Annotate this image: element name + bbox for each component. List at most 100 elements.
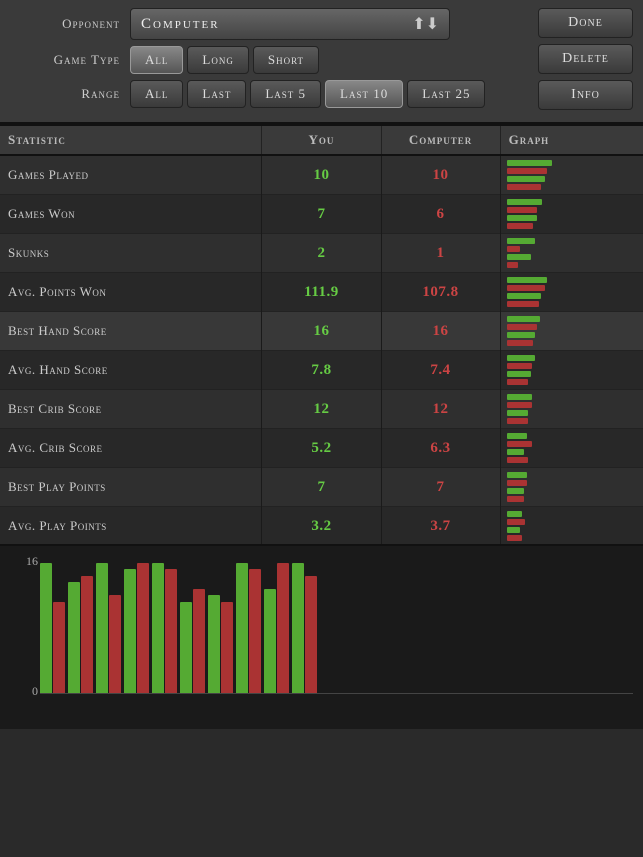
chart-bar-pair — [40, 563, 65, 693]
table-row: Best Play Points 7 7 — [0, 468, 643, 507]
game-type-buttons: All Long Short — [130, 46, 319, 74]
range-last10-button[interactable]: Last 10 — [325, 80, 403, 108]
chart-bar-pair — [96, 563, 121, 693]
col-graph: Graph — [500, 126, 643, 155]
chart-bar-green — [236, 563, 248, 693]
opponent-selector[interactable]: Computer ⬆⬇ — [130, 8, 450, 40]
chart-bar-green — [68, 582, 80, 693]
game-type-all-button[interactable]: All — [130, 46, 183, 74]
chart-bar-pair — [292, 563, 317, 693]
chart-bar-pair — [68, 576, 93, 693]
app-container: Opponent Computer ⬆⬇ Game Type All Long … — [0, 0, 643, 729]
you-value-cell: 10 — [262, 155, 381, 195]
game-type-long-button[interactable]: Long — [187, 46, 248, 74]
stats-table-wrapper: Statistic You Computer Graph Games Playe… — [0, 124, 643, 544]
chart-bar-red — [221, 602, 233, 693]
chart-y-axis: 16 0 — [8, 554, 38, 699]
game-type-short-button[interactable]: Short — [253, 46, 319, 74]
delete-button[interactable]: Delete — [538, 44, 633, 74]
graph-cell — [500, 273, 643, 312]
dropdown-arrow-icon: ⬆⬇ — [412, 14, 439, 34]
table-row: Avg. Hand Score 7.8 7.4 — [0, 351, 643, 390]
chart-bar-green — [96, 563, 108, 693]
you-value-cell: 2 — [262, 234, 381, 273]
table-row: Avg. Play Points 3.2 3.7 — [0, 507, 643, 545]
range-last-button[interactable]: Last — [187, 80, 246, 108]
chart-bar-green — [40, 563, 52, 693]
chart-bars-area — [40, 554, 633, 694]
you-value-cell: 12 — [262, 390, 381, 429]
info-button[interactable]: Info — [538, 80, 633, 110]
stat-name-cell: Best Hand Score — [0, 312, 262, 351]
stat-name-cell: Best Crib Score — [0, 390, 262, 429]
graph-cell — [500, 312, 643, 351]
chart-bar-pair — [264, 563, 289, 693]
range-all-button[interactable]: All — [130, 80, 183, 108]
comp-value-cell: 12 — [381, 390, 500, 429]
you-value-cell: 3.2 — [262, 507, 381, 545]
col-computer: Computer — [381, 126, 500, 155]
chart-bar-pair — [180, 589, 205, 693]
table-body: Games Played 10 10 Games Won 7 6 Skunks — [0, 155, 643, 544]
graph-cell — [500, 195, 643, 234]
table-row: Best Hand Score 16 16 — [0, 312, 643, 351]
range-label: Range — [10, 86, 120, 102]
stat-name-cell: Avg. Hand Score — [0, 351, 262, 390]
stat-name-cell: Games Played — [0, 155, 262, 195]
comp-value-cell: 16 — [381, 312, 500, 351]
graph-cell — [500, 390, 643, 429]
stats-table: Statistic You Computer Graph Games Playe… — [0, 126, 643, 544]
chart-bar-green — [152, 563, 164, 693]
controls-layout: Opponent Computer ⬆⬇ Game Type All Long … — [10, 8, 633, 114]
table-row: Games Played 10 10 — [0, 155, 643, 195]
graph-cell — [500, 234, 643, 273]
table-header: Statistic You Computer Graph — [0, 126, 643, 155]
col-you: You — [262, 126, 381, 155]
table-row: Games Won 7 6 — [0, 195, 643, 234]
opponent-row: Opponent Computer ⬆⬇ — [10, 8, 538, 40]
chart-bar-red — [249, 569, 261, 693]
chart-bar-pair — [152, 563, 177, 693]
chart-bar-red — [305, 576, 317, 693]
chart-bar-red — [81, 576, 93, 693]
range-last25-button[interactable]: Last 25 — [407, 80, 485, 108]
you-value-cell: 7 — [262, 468, 381, 507]
graph-cell — [500, 155, 643, 195]
stat-name-cell: Skunks — [0, 234, 262, 273]
chart-bar-pair — [124, 563, 149, 693]
chart-bar-pair — [236, 563, 261, 693]
comp-value-cell: 10 — [381, 155, 500, 195]
chart-bar-green — [292, 563, 304, 693]
chart-bar-red — [137, 563, 149, 693]
chart-bar-red — [165, 569, 177, 693]
comp-value-cell: 6 — [381, 195, 500, 234]
opponent-label: Opponent — [10, 16, 120, 32]
col-statistic: Statistic — [0, 126, 262, 155]
graph-cell — [500, 468, 643, 507]
comp-value-cell: 3.7 — [381, 507, 500, 545]
comp-value-cell: 1 — [381, 234, 500, 273]
chart-y-bottom: 0 — [8, 684, 38, 699]
graph-cell — [500, 507, 643, 545]
chart-bar-red — [193, 589, 205, 693]
you-value-cell: 16 — [262, 312, 381, 351]
chart-bar-red — [277, 563, 289, 693]
done-button[interactable]: Done — [538, 8, 633, 38]
stat-name-cell: Avg. Points Won — [0, 273, 262, 312]
chart-bar-green — [180, 602, 192, 693]
stats-table-section[interactable]: Statistic You Computer Graph Games Playe… — [0, 124, 643, 544]
range-buttons: All Last Last 5 Last 10 Last 25 — [130, 80, 485, 108]
side-buttons: Done Delete Info — [538, 8, 633, 110]
table-row: Avg. Crib Score 5.2 6.3 — [0, 429, 643, 468]
you-value-cell: 111.9 — [262, 273, 381, 312]
range-last5-button[interactable]: Last 5 — [250, 80, 321, 108]
table-row: Skunks 2 1 — [0, 234, 643, 273]
game-type-label: Game Type — [10, 52, 120, 68]
comp-value-cell: 107.8 — [381, 273, 500, 312]
chart-bar-pair — [208, 595, 233, 693]
table-row: Avg. Points Won 111.9 107.8 — [0, 273, 643, 312]
chart-bar-green — [208, 595, 220, 693]
chart-section: 16 0 — [0, 544, 643, 729]
range-row: Range All Last Last 5 Last 10 Last 25 — [10, 80, 538, 108]
chart-bar-red — [109, 595, 121, 693]
